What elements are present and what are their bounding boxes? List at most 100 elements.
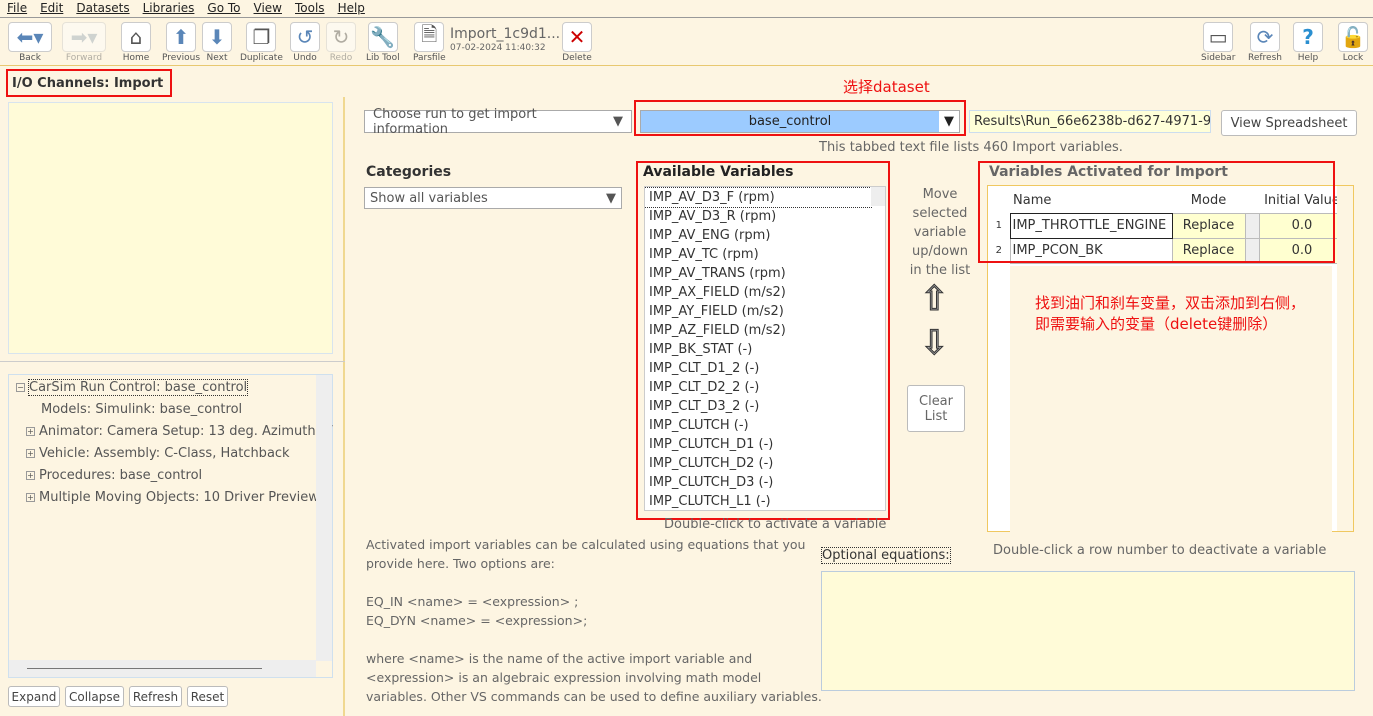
menu-view[interactable]: View [247, 0, 288, 17]
activated-hint: Double-click a row number to deactivate … [993, 543, 1327, 558]
view-spreadsheet-button[interactable]: View Spreadsheet [1221, 110, 1357, 136]
redo-icon: ↻ [326, 22, 356, 52]
list-item[interactable]: IMP_AV_D3_R (rpm) [645, 207, 871, 226]
available-variables-list[interactable]: IMP_AV_D3_F (rpm) IMP_AV_D3_R (rpm) IMP_AV… [644, 186, 886, 511]
tree-item[interactable]: + Procedures: base_control [16, 465, 332, 487]
duplicate-button[interactable]: ❐ Duplicate [240, 22, 283, 63]
undo-button[interactable]: ↺ Undo [290, 22, 320, 63]
arrow-down-icon: ⬇ [202, 22, 232, 52]
list-item[interactable]: IMP_AX_FIELD (m/s2) [645, 283, 871, 302]
lock-icon: 🔓 [1338, 22, 1368, 52]
lock-button[interactable]: 🔓 Lock [1338, 22, 1368, 63]
reset-button[interactable]: Reset [187, 686, 228, 707]
refresh-icon: ⟳ [1250, 22, 1280, 52]
help-text-line: where <name> is the name of the active i… [366, 651, 753, 666]
page-title: I/O Channels: Import [6, 69, 172, 97]
categories-select[interactable]: Show all variables ▼ [364, 187, 622, 209]
horizontal-scrollbar[interactable] [9, 660, 316, 677]
menu-goto[interactable]: Go To [200, 0, 246, 17]
help-button[interactable]: ? Help [1293, 22, 1323, 63]
move-text-line: variable [913, 225, 967, 240]
list-item[interactable]: IMP_AV_ENG (rpm) [645, 226, 871, 245]
previous-button[interactable]: ⬆ Previous [162, 22, 200, 63]
results-path-field[interactable]: Results\Run_66e6238b-d627-4971-91 [969, 110, 1211, 133]
next-button[interactable]: ⬇ Next [202, 22, 232, 63]
list-item[interactable]: IMP_CLUTCH_D2 (-) [645, 454, 871, 473]
menu-tools[interactable]: Tools [288, 0, 331, 17]
dataset-select[interactable]: base_control ▼ [640, 110, 960, 133]
help-text-line: EQ_IN <name> = <expression> ; [366, 594, 579, 609]
scrollbar[interactable] [871, 187, 885, 206]
annotation-select-dataset: 选择dataset [843, 78, 930, 96]
forward-arrow-icon: ➡▾ [62, 22, 106, 52]
tree-item[interactable]: − CarSim Run Control: base_control [16, 377, 332, 399]
menu-datasets[interactable]: Datasets [69, 0, 135, 17]
list-item[interactable]: IMP_CLT_D1_2 (-) [645, 359, 871, 378]
tree-refresh-button[interactable]: Refresh [129, 686, 182, 707]
list-item[interactable]: IMP_CLUTCH_D1 (-) [645, 435, 871, 454]
clear-list-button[interactable]: Clear List [907, 385, 965, 432]
expand-icon[interactable]: + [26, 471, 35, 480]
home-button[interactable]: ⌂ Home [121, 22, 151, 63]
undo-icon: ↺ [290, 22, 320, 52]
help-text-line: variables. Other VS commands can be used… [366, 689, 822, 704]
expand-icon[interactable]: + [26, 449, 35, 458]
move-up-button[interactable]: ⇧ [920, 282, 949, 317]
duplicate-icon: ❐ [246, 22, 277, 52]
wrench-icon: 🔧 [367, 22, 398, 52]
redo-button[interactable]: ↻ Redo [326, 22, 356, 63]
list-item[interactable]: IMP_CLT_D3_2 (-) [645, 397, 871, 416]
list-item[interactable]: IMP_AV_TRANS (rpm) [645, 264, 871, 283]
tree-item[interactable]: Models: Simulink: base_control [16, 399, 332, 421]
refresh-button[interactable]: ⟳ Refresh [1248, 22, 1282, 63]
collapse-icon[interactable]: − [16, 383, 25, 392]
tree-item[interactable]: + Animator: Camera Setup: 13 deg. Azimuth… [16, 421, 333, 443]
list-item[interactable]: IMP_AV_TC (rpm) [645, 245, 871, 264]
delete-x-icon: ✕ [562, 22, 592, 52]
dataset-date: 07-02-2024 11:40:32 [450, 43, 546, 53]
list-item[interactable]: IMP_BK_STAT (-) [645, 340, 871, 359]
tree-item[interactable]: + Vehicle: Assembly: C-Class, Hatchback [16, 443, 332, 465]
scrollbar[interactable] [1337, 186, 1353, 531]
list-item[interactable]: IMP_CLUTCH (-) [645, 416, 871, 435]
available-variables-label: Available Variables [643, 164, 794, 180]
move-text-line: up/down [912, 244, 968, 259]
move-down-button[interactable]: ⇩ [920, 326, 949, 361]
list-item[interactable]: IMP_AY_FIELD (m/s2) [645, 302, 871, 321]
list-item[interactable]: IMP_CLUTCH_L1 (-) [645, 492, 871, 510]
annotation-instruction: 找到油门和刹车变量，双击添加到右侧， 即需要输入的变量（delete键删除） [1035, 294, 1306, 333]
parsfile-button[interactable]: 🗎 Parsfile [413, 22, 446, 63]
tree-item[interactable]: + Multiple Moving Objects: 10 Driver Prev… [16, 487, 316, 509]
forward-button[interactable]: ➡▾ Forward [62, 22, 106, 63]
run-select[interactable]: Choose run to get import information ▼ [364, 107, 632, 137]
list-item[interactable]: IMP_CLT_D2_2 (-) [645, 378, 871, 397]
back-arrow-icon: ⬅▾ [8, 22, 52, 52]
delete-button[interactable]: ✕ Delete [562, 22, 592, 63]
scrollbar[interactable] [316, 103, 332, 353]
home-icon: ⌂ [121, 22, 151, 52]
expand-icon[interactable]: + [26, 493, 35, 502]
menu-help[interactable]: Help [331, 0, 371, 17]
move-text-line: Move [922, 187, 958, 202]
menu-file[interactable]: File [0, 0, 33, 17]
optional-equations-input[interactable] [821, 571, 1355, 691]
list-item[interactable]: IMP_AZ_FIELD (m/s2) [645, 321, 871, 340]
expand-icon[interactable]: + [26, 427, 35, 436]
annotation-box-activated [978, 161, 1335, 263]
expand-button[interactable]: Expand [8, 686, 60, 707]
sidebar-icon: ▭ [1203, 22, 1234, 52]
list-item[interactable]: IMP_CLUTCH_D3 (-) [645, 473, 871, 492]
lib-tool-button[interactable]: 🔧 Lib Tool [366, 22, 400, 63]
collapse-button[interactable]: Collapse [65, 686, 124, 707]
menu-edit[interactable]: Edit [33, 0, 69, 17]
scrollbar[interactable] [316, 375, 332, 661]
menu-libraries[interactable]: Libraries [136, 0, 201, 17]
sidebar-notes-panel [8, 102, 333, 354]
categories-label: Categories [366, 164, 452, 180]
menu-bar: File Edit Datasets Libraries Go To View … [0, 0, 1373, 17]
move-instruction-text: Move selected variable up/down in the list [905, 185, 975, 280]
dataset-title: Import_1c9d1... [450, 26, 561, 42]
back-button[interactable]: ⬅▾ Back [8, 22, 52, 63]
sidebar-button[interactable]: ▭ Sidebar [1201, 22, 1235, 63]
list-item[interactable]: IMP_AV_D3_F (rpm) [645, 187, 872, 208]
